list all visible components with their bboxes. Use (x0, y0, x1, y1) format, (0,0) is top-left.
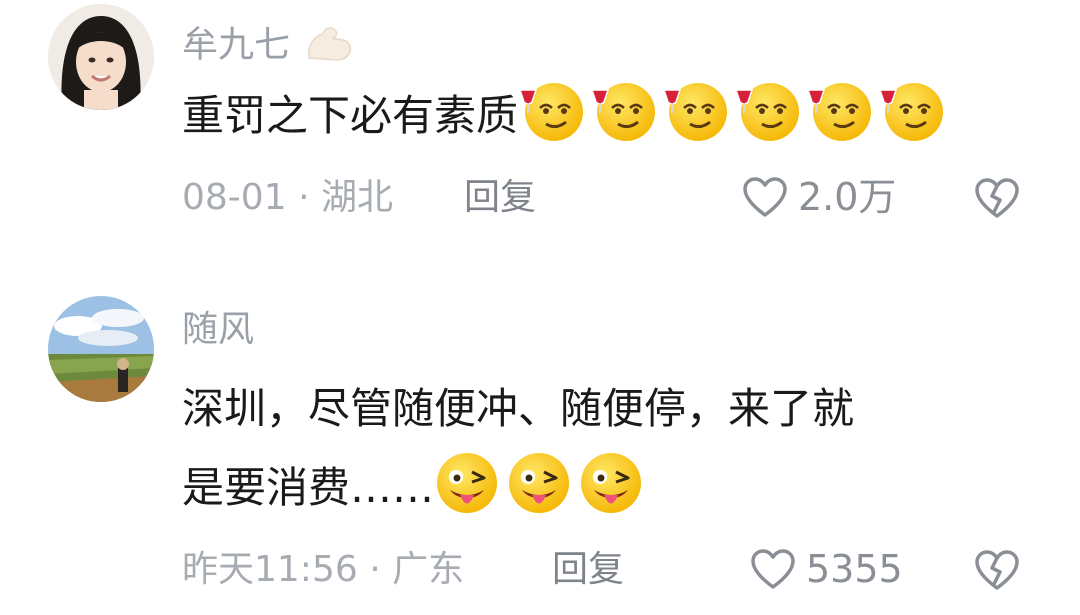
reply-button[interactable]: 回复 (464, 180, 536, 216)
comment-text-line: 是要消费…… (182, 450, 854, 523)
comment-meta: 08-01 · 湖北 (182, 180, 393, 216)
comment-location: 湖北 (320, 177, 393, 218)
like-button[interactable]: 2.0万 (742, 176, 896, 218)
like-button[interactable]: 5355 (750, 548, 903, 590)
winking-tongue-face-emoji (434, 450, 500, 516)
meta-separator: · (298, 177, 310, 218)
wine-toast-relieved-face-emoji (518, 78, 584, 144)
like-count: 2.0万 (798, 175, 897, 219)
winking-tongue-face-emoji (578, 450, 644, 516)
comment-text: 深圳，尽管随便冲、随便停，来了就 是要消费…… (182, 374, 854, 523)
dislike-button[interactable] (974, 176, 1020, 220)
comment-text-line: 深圳，尽管随便冲、随便停，来了就 (182, 384, 855, 433)
dislike-button[interactable] (974, 548, 1020, 592)
comment-meta: 昨天11:56 · 广东 (182, 552, 464, 588)
avatar[interactable] (48, 296, 154, 402)
broken-heart-icon (975, 550, 1019, 590)
meta-separator: · (369, 549, 381, 590)
comment-item: 牟九七 重罚之下必有素质 08-01 · 湖北 回复 2.0万 (0, 0, 1080, 260)
wine-toast-relieved-face-emoji (590, 78, 656, 144)
username[interactable]: 随风 (182, 312, 254, 348)
heart-icon (743, 177, 787, 217)
broken-heart-icon (975, 178, 1019, 218)
wine-toast-relieved-face-emoji (734, 78, 800, 144)
wine-toast-relieved-face-emoji (878, 78, 944, 144)
username-text: 牟九七 (182, 24, 291, 66)
heart-icon (751, 549, 795, 589)
like-count: 5355 (806, 547, 903, 591)
flexed-biceps-icon (305, 24, 355, 69)
reply-button[interactable]: 回复 (552, 552, 624, 588)
comment-text-content: 重罚之下必有素质 (182, 91, 519, 140)
comment-text: 重罚之下必有素质 (182, 78, 950, 151)
wine-toast-relieved-face-emoji (806, 78, 872, 144)
comment-location: 广东 (392, 549, 465, 590)
avatar[interactable] (48, 4, 154, 110)
comment-date: 昨天11:56 (182, 549, 358, 590)
username[interactable]: 牟九七 (182, 24, 355, 69)
wine-toast-relieved-face-emoji (662, 78, 728, 144)
comment-text-content: 是要消费…… (182, 463, 435, 512)
winking-tongue-face-emoji (506, 450, 572, 516)
comment-item: 随风 深圳，尽管随便冲、随便停，来了就 是要消费…… 昨天11:56 · 广东 … (0, 290, 1080, 615)
comment-date: 08-01 (182, 177, 287, 218)
